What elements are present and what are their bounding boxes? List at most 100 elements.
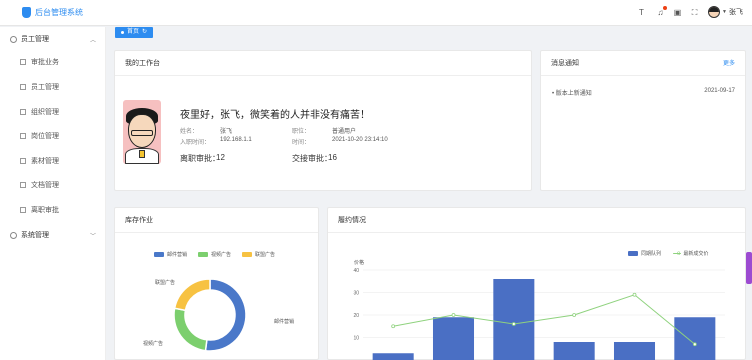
- briefcase-icon: [20, 59, 26, 65]
- fullscreen-icon[interactable]: ⛶: [690, 8, 699, 17]
- sidebar-item-label: 文档管理: [31, 182, 59, 189]
- ip-value: 192.168.1.1: [220, 137, 252, 143]
- bar[interactable]: [613, 342, 656, 360]
- bar[interactable]: [432, 317, 475, 360]
- line-point[interactable]: [451, 313, 456, 317]
- bell-icon[interactable]: ♫: [656, 6, 667, 17]
- sidebar-item-post[interactable]: 岗位管理: [0, 125, 106, 147]
- greeting-text: 夜里好，张飞，微笑着的人并非没有痛苦！: [180, 110, 370, 121]
- handover-label: 交接审批：: [292, 154, 332, 163]
- y-tick-label: 30: [353, 291, 359, 297]
- legend-label: 同期队列: [641, 251, 662, 257]
- app-logo-icon: [22, 7, 31, 18]
- y-tick-label: 20: [353, 313, 359, 319]
- font-size-icon[interactable]: T: [637, 8, 646, 17]
- app-logo[interactable]: 后台管理系统: [22, 7, 83, 18]
- legend-item[interactable]: 同期队列: [628, 250, 661, 257]
- notice-card: 消息通知 更多 • 版本上新通知 2021-09-17: [540, 50, 746, 191]
- resign-label: 离职审批：: [180, 154, 220, 163]
- user-menu[interactable]: ▼ 张飞: [708, 6, 743, 18]
- stock-title: 库存作业: [125, 217, 153, 224]
- divider: [115, 232, 318, 233]
- sidebar-item-label: 素材管理: [31, 158, 59, 165]
- legend-item[interactable]: o 最新成交价: [673, 250, 708, 257]
- scroll-handle[interactable]: [746, 252, 752, 284]
- legend-label: 邮件营销: [167, 252, 188, 258]
- avatar: [708, 6, 720, 18]
- user-icon: [20, 182, 26, 188]
- sidebar-item-org[interactable]: 组织管理: [0, 101, 106, 123]
- line-point[interactable]: [632, 292, 637, 297]
- sidebar-item-docs[interactable]: 文档管理: [0, 174, 106, 196]
- legend-item[interactable]: 邮件营销: [154, 251, 187, 258]
- pie-slice[interactable]: [173, 307, 208, 352]
- divider: [541, 75, 745, 76]
- line-point[interactable]: [391, 324, 396, 329]
- notification-dot: [663, 6, 667, 10]
- handover-count: 16: [328, 153, 337, 162]
- y-tick-label: 10: [353, 336, 359, 342]
- bar[interactable]: [372, 353, 414, 360]
- bar[interactable]: [674, 317, 716, 360]
- notice-text: 版本上新通知: [555, 91, 592, 97]
- list-icon: [20, 84, 26, 90]
- notice-title: 消息通知: [551, 60, 579, 67]
- top-bar: 后台管理系统 T ♫ ▣ ⛶ ▼ 张飞: [0, 0, 752, 26]
- notice-date: 2021-09-17: [704, 88, 735, 94]
- more-link[interactable]: 更多: [723, 58, 735, 67]
- tab-label: 首页: [127, 29, 140, 35]
- sidebar-group-employee[interactable]: 员工管理 ︿: [0, 29, 106, 49]
- legend-item[interactable]: 联盟广告: [242, 251, 275, 258]
- sidebar: 员工管理 ︿ 审批业务 员工管理 组织管理 岗位管理 素材管理 文档管理 离职审…: [0, 27, 106, 360]
- refresh-icon[interactable]: ↻: [142, 27, 147, 38]
- tab-active-dot: [121, 31, 124, 34]
- donut-chart: [173, 278, 247, 352]
- sidebar-group-system[interactable]: 系统管理 ﹀: [0, 225, 106, 245]
- sidebar-item-material[interactable]: 素材管理: [0, 150, 106, 172]
- sidebar-item-resign[interactable]: 离职审批: [0, 199, 106, 221]
- sidebar-item-approval[interactable]: 审批业务: [0, 51, 106, 73]
- y-axis-label: 价格: [354, 260, 365, 266]
- workbench-title: 我的工作台: [125, 60, 160, 67]
- sidebar-item-label: 岗位管理: [31, 133, 59, 140]
- app-title: 后台管理系统: [35, 8, 83, 17]
- legend-item[interactable]: 视频广告: [198, 251, 231, 258]
- divider: [328, 232, 745, 233]
- user-icon: [20, 109, 26, 115]
- user-icon: [10, 231, 17, 239]
- sidebar-group-label: 系统管理: [21, 232, 49, 239]
- bar[interactable]: [493, 279, 535, 360]
- pie-slice[interactable]: [173, 278, 211, 312]
- profile-avatar: [123, 100, 161, 164]
- tab-home[interactable]: 首页 ↻: [115, 27, 154, 38]
- list-item[interactable]: • 版本上新通知 2021-09-17: [552, 88, 735, 97]
- time-value: 2021-10-20 23:14:10: [332, 137, 388, 143]
- chevron-up-icon: ︿: [89, 37, 96, 44]
- sidebar-item-label: 审批业务: [31, 59, 59, 66]
- line-point[interactable]: [692, 342, 697, 347]
- bar[interactable]: [553, 342, 595, 360]
- legend-label: 联盟广告: [255, 252, 276, 258]
- sidebar-item-label: 组织管理: [31, 109, 59, 116]
- user-icon: [20, 207, 26, 213]
- name-value: 张飞: [220, 129, 233, 135]
- pie-slice[interactable]: [204, 278, 247, 352]
- tab-bar: 首页 ↻: [107, 27, 752, 41]
- name-label: 姓名：: [180, 129, 199, 135]
- chevron-down-icon: ﹀: [89, 233, 96, 240]
- legend-label: 视频广告: [211, 252, 232, 258]
- line-point[interactable]: [511, 322, 516, 326]
- lock-icon[interactable]: ▣: [673, 8, 682, 17]
- user-name: 张飞: [728, 9, 743, 16]
- sidebar-group-label: 员工管理: [21, 36, 49, 43]
- chevron-down-icon: ▼: [722, 9, 727, 15]
- line-point[interactable]: [572, 313, 577, 317]
- post-label: 职位：: [292, 129, 311, 135]
- pie-label: 视频广告: [143, 341, 164, 347]
- legend-label: 最新成交价: [683, 251, 709, 257]
- user-icon: [20, 133, 26, 139]
- performance-title: 履约情况: [338, 217, 366, 224]
- divider: [115, 75, 531, 76]
- sidebar-item-staff[interactable]: 员工管理: [0, 76, 106, 98]
- sidebar-item-label: 员工管理: [31, 84, 59, 91]
